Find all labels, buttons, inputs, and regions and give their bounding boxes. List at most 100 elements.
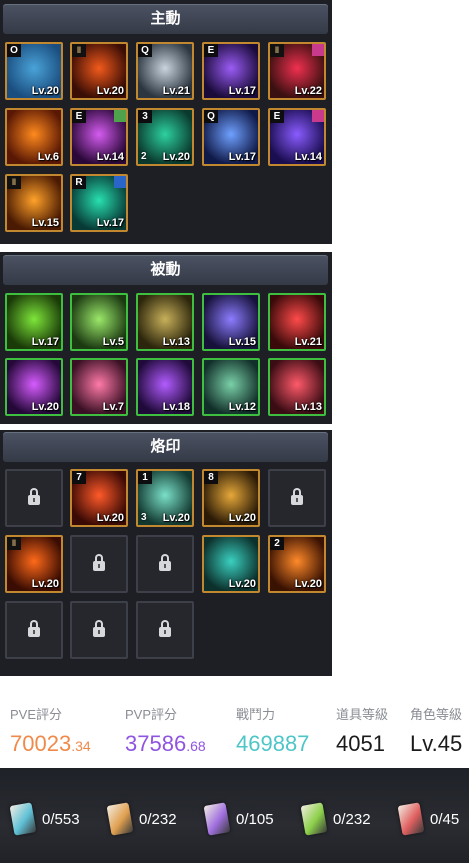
resource-card-icon bbox=[397, 802, 425, 836]
corner-gem-icon bbox=[312, 44, 324, 56]
slot-key-badge: 3 bbox=[138, 110, 152, 123]
slot-key-badge: 8 bbox=[204, 471, 218, 484]
skill-slot[interactable]: Lv.15 bbox=[202, 293, 260, 351]
skill-slot[interactable]: Lv.20 bbox=[5, 358, 63, 416]
lock-icon bbox=[159, 620, 171, 637]
slot-key-badge: Q bbox=[138, 44, 152, 57]
skill-level: Lv.13 bbox=[162, 336, 190, 348]
slot-tier-icon: ǁ bbox=[7, 537, 21, 550]
active-skills-panel: 主動 O Lv.20 ǁ Lv.20 Q Lv.21 E Lv.17 ǁ Lv.22 Lv.6 E Lv… bbox=[0, 0, 332, 244]
skill-slot[interactable]: E Lv.14 bbox=[70, 108, 128, 166]
stat-value-main: Lv.45 bbox=[410, 731, 463, 756]
skill-slot[interactable]: ǁ Lv.22 bbox=[268, 42, 326, 100]
skill-slot[interactable]: Lv.18 bbox=[136, 358, 194, 416]
skill-level: Lv.20 bbox=[31, 85, 59, 97]
skill-slot[interactable]: R Lv.17 bbox=[70, 174, 128, 232]
skill-level: Lv.20 bbox=[228, 578, 256, 590]
skill-level: Lv.15 bbox=[228, 336, 256, 348]
skill-slot[interactable]: Lv.17 bbox=[5, 293, 63, 351]
lock-icon bbox=[159, 554, 171, 571]
skill-level: Lv.5 bbox=[102, 336, 124, 348]
slot-key-badge: E bbox=[270, 110, 284, 123]
locked-slot[interactable] bbox=[268, 469, 326, 527]
stats-bar: PVE評分 70023.34 PVP評分 37586.68 戰鬥力 469887 道具等級 4… bbox=[0, 676, 469, 768]
stat-value-decimal: .34 bbox=[71, 738, 91, 754]
locked-slot[interactable] bbox=[5, 469, 63, 527]
skill-slot[interactable]: E Lv.17 bbox=[202, 42, 260, 100]
slot-key-badge: 2 bbox=[270, 537, 284, 550]
lock-icon bbox=[93, 620, 105, 637]
slot-key-badge: 7 bbox=[72, 471, 86, 484]
stat-label: PVP評分 bbox=[125, 707, 178, 722]
passive-skills-panel: 被動 Lv.17 Lv.5 Lv.13 Lv.15 Lv.21 Lv.20 Lv.7 Lv.1… bbox=[0, 252, 332, 424]
slot-key-badge: O bbox=[7, 44, 21, 57]
skill-slot[interactable]: ǁ Lv.20 bbox=[70, 42, 128, 100]
stat-value-main: 37586 bbox=[125, 731, 187, 756]
skill-level: Lv.13 bbox=[294, 401, 322, 413]
resource-count: 0/45 bbox=[430, 811, 460, 828]
skill-slot[interactable]: ǁ Lv.20 bbox=[5, 535, 63, 593]
resource-card-icon bbox=[300, 802, 328, 836]
stat-value: 70023.34 bbox=[10, 731, 91, 757]
locked-slot[interactable] bbox=[70, 601, 128, 659]
skill-slot[interactable]: O Lv.20 bbox=[5, 42, 63, 100]
skill-level: Lv.20 bbox=[96, 512, 124, 524]
skill-slot[interactable]: Lv.13 bbox=[136, 293, 194, 351]
stat-value: 4051 bbox=[336, 731, 385, 757]
skill-level: Lv.12 bbox=[228, 401, 256, 413]
resource-count: 0/105 bbox=[236, 811, 274, 828]
brand-panel: 烙印 7 Lv.20 1 3 Lv.20 8 Lv.20 ǁ Lv.20 Lv.20 2 Lv.20 bbox=[0, 430, 332, 676]
skill-level: Lv.14 bbox=[96, 151, 124, 163]
slot-sub-count: 2 bbox=[141, 151, 147, 162]
locked-slot[interactable] bbox=[136, 535, 194, 593]
slot-key-badge: Q bbox=[204, 110, 218, 123]
slot-key-badge: E bbox=[204, 44, 218, 57]
lock-icon bbox=[28, 620, 40, 637]
skill-level: Lv.20 bbox=[96, 85, 124, 97]
resource-card-icon bbox=[9, 802, 37, 836]
lock-icon bbox=[93, 554, 105, 571]
resource-card-icon bbox=[203, 802, 231, 836]
skill-slot[interactable]: Lv.6 bbox=[5, 108, 63, 166]
skill-slot[interactable]: 7 Lv.20 bbox=[70, 469, 128, 527]
skill-slot[interactable]: Lv.7 bbox=[70, 358, 128, 416]
stat-value-main: 469887 bbox=[236, 731, 310, 756]
slot-tier-icon: ǁ bbox=[270, 44, 284, 57]
skill-level: Lv.20 bbox=[31, 578, 59, 590]
skill-level: Lv.17 bbox=[228, 85, 256, 97]
skill-slot[interactable]: Q Lv.17 bbox=[202, 108, 260, 166]
skill-slot[interactable]: Lv.20 bbox=[202, 535, 260, 593]
skill-level: Lv.17 bbox=[228, 151, 256, 163]
skill-level: Lv.20 bbox=[31, 401, 59, 413]
skill-level: Lv.21 bbox=[294, 336, 322, 348]
skill-level: Lv.17 bbox=[31, 336, 59, 348]
skill-slot[interactable]: Lv.13 bbox=[268, 358, 326, 416]
skill-slot[interactable]: 8 Lv.20 bbox=[202, 469, 260, 527]
skill-level: Lv.17 bbox=[96, 217, 124, 229]
skill-level: Lv.20 bbox=[228, 512, 256, 524]
skill-level: Lv.7 bbox=[102, 401, 124, 413]
skill-level: Lv.6 bbox=[37, 151, 59, 163]
skill-slot[interactable]: Lv.5 bbox=[70, 293, 128, 351]
stat-value-main: 4051 bbox=[336, 731, 385, 756]
skill-level: Lv.21 bbox=[162, 85, 190, 97]
locked-slot[interactable] bbox=[70, 535, 128, 593]
skill-level: Lv.22 bbox=[294, 85, 322, 97]
locked-slot[interactable] bbox=[5, 601, 63, 659]
corner-gem-icon bbox=[312, 110, 324, 122]
slot-key-badge: E bbox=[72, 110, 86, 123]
skill-slot[interactable]: Q Lv.21 bbox=[136, 42, 194, 100]
slot-tier-icon: ǁ bbox=[72, 44, 86, 57]
skill-slot[interactable]: 2 Lv.20 bbox=[268, 535, 326, 593]
skill-slot[interactable]: ǁ Lv.15 bbox=[5, 174, 63, 232]
active-skills-header: 主動 bbox=[3, 4, 328, 34]
skill-slot[interactable]: Lv.21 bbox=[268, 293, 326, 351]
resource-card-icon bbox=[106, 802, 134, 836]
corner-gem-icon bbox=[114, 176, 126, 188]
skill-slot[interactable]: Lv.12 bbox=[202, 358, 260, 416]
skill-slot[interactable]: 3 2 Lv.20 bbox=[136, 108, 194, 166]
resource-count: 0/232 bbox=[333, 811, 371, 828]
locked-slot[interactable] bbox=[136, 601, 194, 659]
skill-slot[interactable]: E Lv.14 bbox=[268, 108, 326, 166]
skill-slot[interactable]: 1 3 Lv.20 bbox=[136, 469, 194, 527]
